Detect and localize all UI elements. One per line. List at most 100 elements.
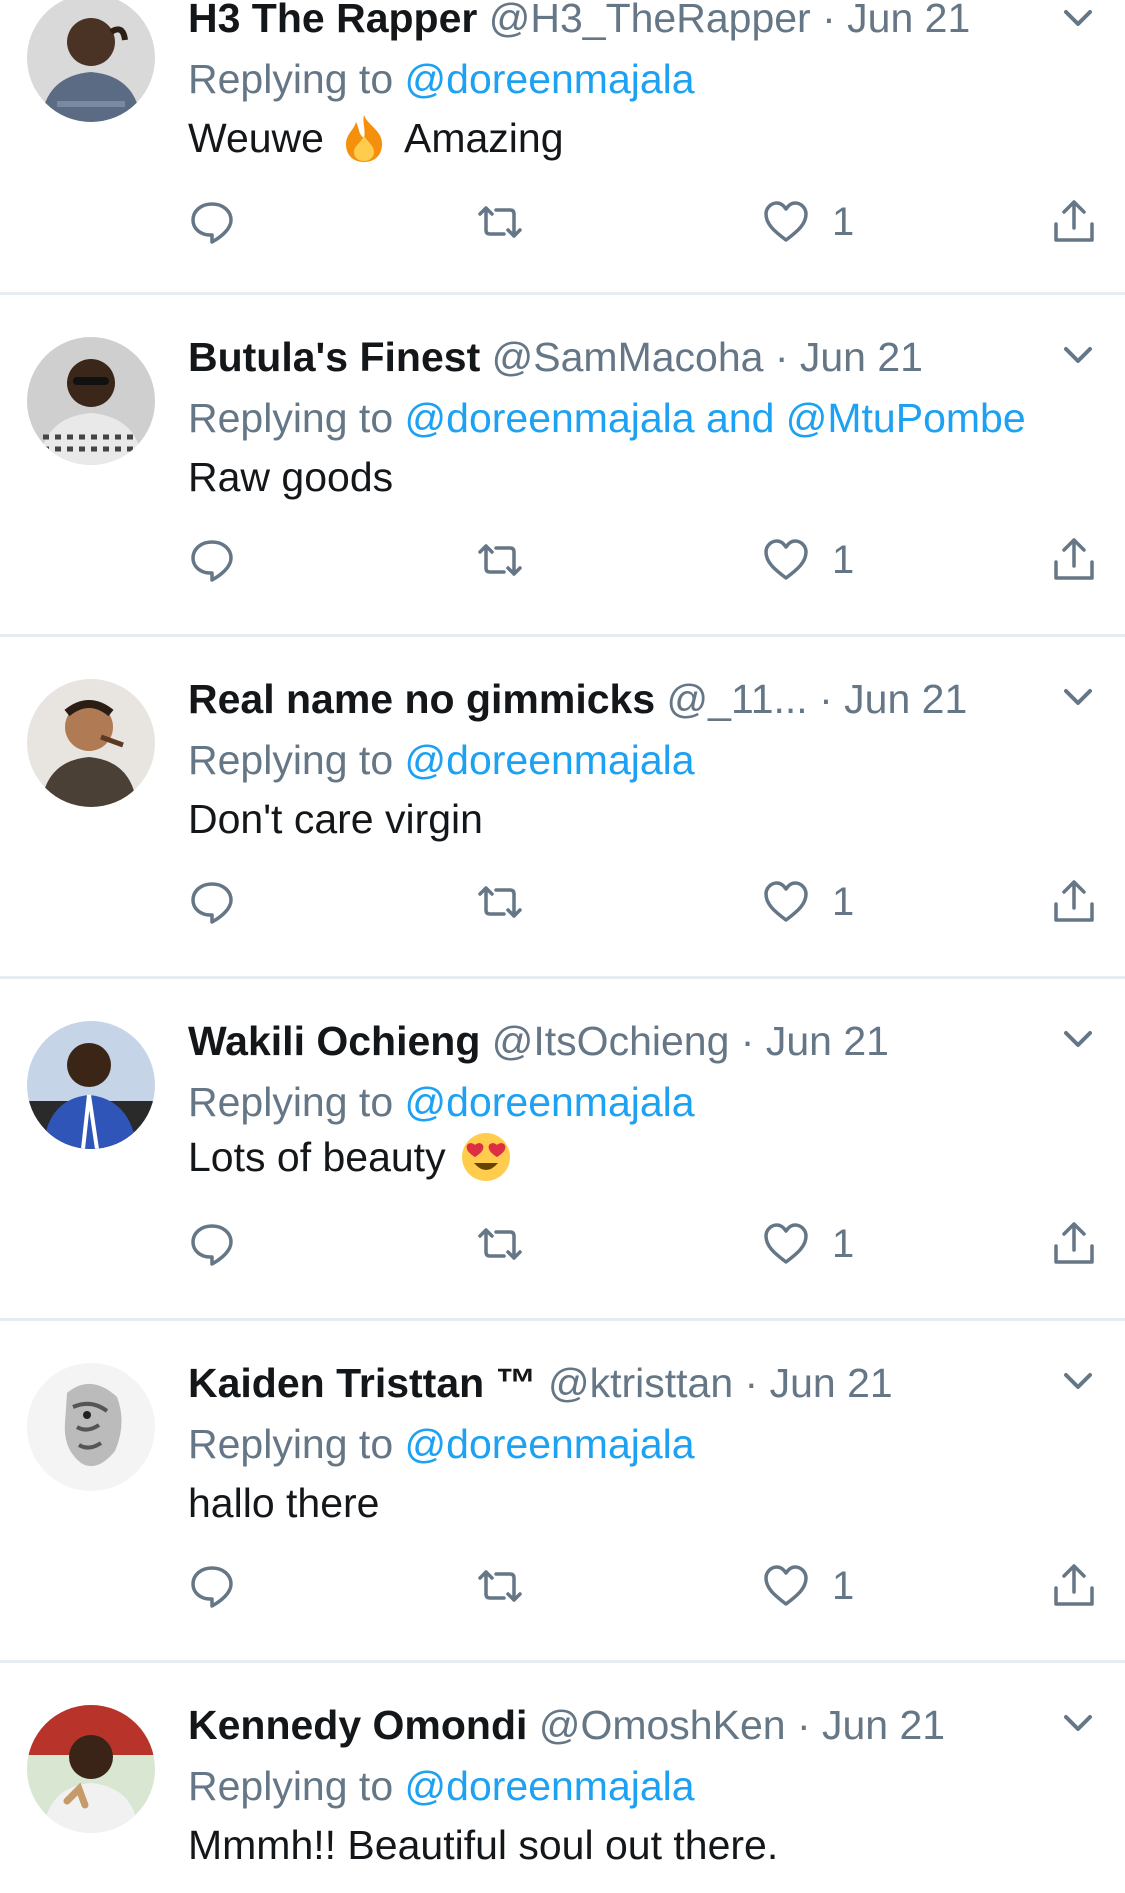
like-count: 1: [832, 199, 855, 244]
like-button[interactable]: 1: [762, 1214, 854, 1274]
tweet-card[interactable]: Real name no gimmicks @_11... · Jun 21 R…: [0, 637, 1125, 979]
heart-icon: [764, 201, 808, 242]
tweet-text: Lots of beauty: [188, 1131, 526, 1183]
share-button[interactable]: [1050, 1556, 1098, 1616]
author-name[interactable]: H3 The Rapper: [188, 0, 477, 41]
author-name[interactable]: Kennedy Omondi: [188, 1702, 527, 1748]
author-handle[interactable]: @H3_TheRapper: [489, 0, 811, 41]
author-handle[interactable]: @ktristtan: [548, 1360, 733, 1406]
retweet-icon: [478, 544, 522, 576]
like-count: 1: [832, 537, 855, 582]
replies-feed: H3 The Rapper @H3_TheRapper · Jun 21 Rep…: [0, 0, 1125, 1893]
tweet-date[interactable]: Jun 21: [800, 334, 923, 380]
mention-link[interactable]: @doreenmajala: [405, 56, 695, 102]
tweet-card[interactable]: H3 The Rapper @H3_TheRapper · Jun 21 Rep…: [0, 0, 1125, 295]
mention-link[interactable]: @doreenmajala: [405, 1421, 695, 1467]
like-button[interactable]: 1: [762, 192, 854, 252]
chevron-down-icon[interactable]: [1058, 0, 1098, 38]
tweet-date[interactable]: Jun 21: [770, 1360, 893, 1406]
tweet-actions: 1: [0, 1214, 1125, 1274]
chevron-down-icon[interactable]: [1058, 335, 1098, 375]
share-icon: [1054, 200, 1094, 242]
tweet-header: Kaiden Tristtan ™ @ktristtan · Jun 21: [188, 1359, 1035, 1407]
mention-link[interactable]: @doreenmajala: [405, 1763, 695, 1809]
reply-button[interactable]: [188, 192, 236, 252]
like-count: 1: [832, 1563, 855, 1608]
tweet-card[interactable]: Kaiden Tristtan ™ @ktristtan · Jun 21 Re…: [0, 1321, 1125, 1663]
replying-prefix: Replying to: [188, 395, 405, 441]
tweet-date[interactable]: Jun 21: [847, 0, 970, 41]
tweet-card[interactable]: Wakili Ochieng @ItsOchieng · Jun 21 Repl…: [0, 979, 1125, 1321]
author-name[interactable]: Wakili Ochieng: [188, 1018, 480, 1064]
retweet-button[interactable]: [476, 872, 524, 932]
tweet-card[interactable]: Butula's Finest @SamMacoha · Jun 21 Repl…: [0, 295, 1125, 637]
retweet-button[interactable]: [476, 1214, 524, 1274]
tweet-date[interactable]: Jun 21: [822, 1702, 945, 1748]
tweet-header: H3 The Rapper @H3_TheRapper · Jun 21: [188, 0, 1035, 42]
chevron-down-icon[interactable]: [1058, 1361, 1098, 1401]
tweet-text-part: Raw goods: [188, 454, 394, 500]
reply-icon: [191, 1566, 233, 1608]
separator-dot: ·: [810, 0, 848, 41]
author-name[interactable]: Butula's Finest: [188, 334, 480, 380]
replying-prefix: Replying to: [188, 737, 405, 783]
avatar[interactable]: [27, 0, 155, 122]
heart-icon: [764, 1565, 808, 1606]
like-count: 1: [832, 1221, 855, 1266]
avatar[interactable]: [27, 1021, 155, 1149]
like-button[interactable]: 1: [762, 872, 854, 932]
like-button[interactable]: 1: [762, 530, 854, 590]
replying-to-line: Replying to @doreenmajala: [188, 1762, 695, 1810]
chevron-down-icon[interactable]: [1058, 1703, 1098, 1743]
avatar[interactable]: [27, 337, 155, 465]
heart-eyes-emoji: [460, 1131, 512, 1183]
retweet-button[interactable]: [476, 1556, 524, 1616]
author-name[interactable]: Kaiden Tristtan ™: [188, 1360, 537, 1406]
replying-to-line: Replying to @doreenmajala: [188, 55, 695, 103]
share-icon: [1054, 538, 1094, 580]
avatar[interactable]: [27, 1705, 155, 1833]
reply-icon: [191, 882, 233, 924]
author-name[interactable]: Real name no gimmicks: [188, 676, 655, 722]
tweet-text-part: Lots of beauty: [188, 1134, 446, 1180]
share-button[interactable]: [1050, 872, 1098, 932]
author-handle[interactable]: @ItsOchieng: [492, 1018, 730, 1064]
replying-prefix: Replying to: [188, 1421, 405, 1467]
tweet-text-part: Don't care virgin: [188, 796, 483, 842]
tweet-date[interactable]: Jun 21: [844, 676, 967, 722]
tweet-actions: 1: [0, 1556, 1125, 1616]
reply-button[interactable]: [188, 1214, 236, 1274]
share-icon: [1054, 880, 1094, 922]
tweet-header: Kennedy Omondi @OmoshKen · Jun 21: [188, 1701, 1035, 1749]
reply-button[interactable]: [188, 1556, 236, 1616]
tweet-date[interactable]: Jun 21: [766, 1018, 889, 1064]
like-button[interactable]: 1: [762, 1556, 854, 1616]
replying-to-line: Replying to @doreenmajala: [188, 1420, 695, 1468]
reply-button[interactable]: [188, 872, 236, 932]
share-button[interactable]: [1050, 1214, 1098, 1274]
avatar[interactable]: [27, 679, 155, 807]
share-button[interactable]: [1050, 530, 1098, 590]
author-handle[interactable]: @OmoshKen: [539, 1702, 786, 1748]
tweet-header: Real name no gimmicks @_11... · Jun 21: [188, 675, 1035, 723]
author-handle[interactable]: @SamMacoha: [492, 334, 764, 380]
share-button[interactable]: [1050, 192, 1098, 252]
author-handle[interactable]: @_11...: [667, 676, 808, 722]
reply-button[interactable]: [188, 530, 236, 590]
tweet-text: Mmmh!! Beautiful soul out there.: [188, 1821, 778, 1869]
avatar[interactable]: [27, 1363, 155, 1491]
retweet-button[interactable]: [476, 530, 524, 590]
mention-link[interactable]: @doreenmajala and @MtuPombe: [405, 395, 1026, 441]
heart-icon: [764, 1223, 808, 1264]
tweet-text-part: Mmmh!! Beautiful soul out there.: [188, 1822, 779, 1868]
retweet-icon: [478, 206, 522, 238]
tweet-text-part: Weuwe: [188, 115, 324, 161]
share-icon: [1054, 1564, 1094, 1606]
replying-to-line: Replying to @doreenmajala: [188, 736, 695, 784]
chevron-down-icon[interactable]: [1058, 1019, 1098, 1059]
retweet-button[interactable]: [476, 192, 524, 252]
mention-link[interactable]: @doreenmajala: [405, 737, 695, 783]
tweet-card[interactable]: Kennedy Omondi @OmoshKen · Jun 21 Replyi…: [0, 1663, 1125, 1893]
mention-link[interactable]: @doreenmajala: [405, 1079, 695, 1125]
chevron-down-icon[interactable]: [1058, 677, 1098, 717]
